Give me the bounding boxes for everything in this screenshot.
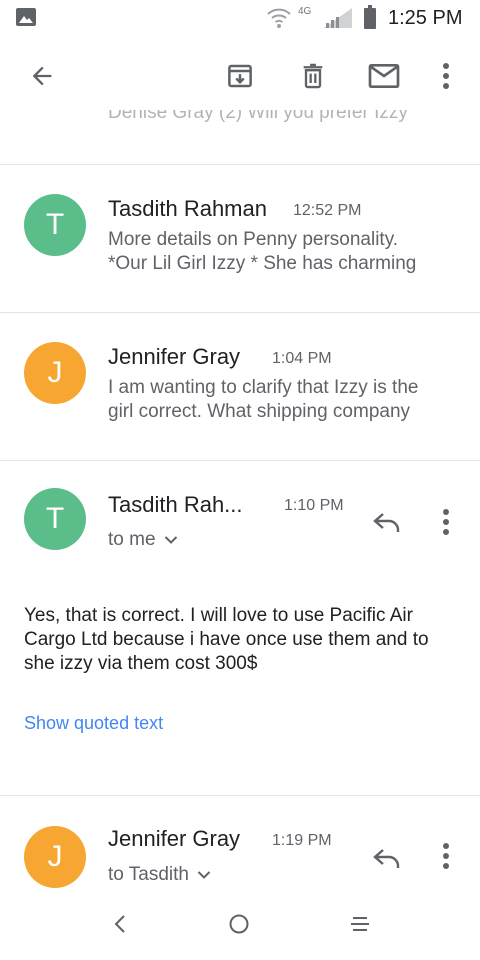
body-line: Cargo Ltd because i have once use them a…	[24, 629, 429, 650]
archive-icon	[228, 64, 252, 88]
snippet-line: More details on Penny personality.	[108, 229, 399, 250]
collapsed-message-peek[interactable]: Denise Gray (2) Will you prefer Izzy	[0, 110, 480, 132]
sender-name: Jennifer Gray	[108, 344, 241, 369]
mail-icon	[368, 64, 400, 88]
network-type-label: 4G	[298, 6, 312, 17]
back-arrow-icon	[32, 66, 52, 86]
app-bar	[0, 44, 480, 112]
home-nav-icon	[229, 914, 249, 934]
recipient-label: to Tasdith	[108, 864, 189, 885]
divider	[0, 795, 480, 796]
message-body: Yes, that is correct. I will love to use…	[24, 604, 464, 676]
recents-nav-icon	[351, 917, 369, 931]
recipient-details-toggle[interactable]: to me	[108, 529, 178, 551]
delete-button[interactable]	[291, 54, 335, 98]
message-time: 12:52 PM	[293, 202, 362, 219]
show-quoted-text-link[interactable]: Show quoted text	[24, 713, 163, 734]
reply-button[interactable]	[364, 838, 408, 878]
avatar[interactable]: J	[24, 826, 86, 888]
body-line: Yes, that is correct. I will love to use…	[24, 605, 413, 626]
signal-icon	[324, 8, 352, 28]
sender-name[interactable]: Tasdith Rah...	[108, 492, 243, 518]
chevron-down-icon	[164, 536, 177, 544]
more-vert-icon	[443, 509, 449, 535]
nav-recents-button[interactable]	[340, 904, 380, 944]
more-vert-icon	[443, 63, 449, 89]
sender-name: Tasdith Rahman	[108, 196, 267, 221]
back-button[interactable]	[20, 54, 64, 98]
clock: 1:25 PM	[388, 7, 463, 29]
delete-icon	[303, 63, 323, 89]
sender-name[interactable]: Jennifer Gray	[108, 826, 240, 852]
more-vert-icon	[443, 843, 449, 869]
nav-back-button[interactable]	[100, 904, 140, 944]
message-more-button[interactable]	[428, 502, 464, 542]
snippet-line: *Our Lil Girl Izzy * She has charming	[108, 253, 417, 274]
divider	[0, 164, 480, 165]
message-time: 1:19 PM	[272, 832, 332, 849]
photo-icon	[16, 8, 36, 26]
snippet-line: girl correct. What shipping company	[108, 401, 411, 422]
message-snippet: More details on Penny personality. *Our …	[108, 228, 416, 276]
chevron-down-icon	[197, 871, 211, 879]
collapsed-peek-text: Denise Gray (2) Will you prefer Izzy	[108, 110, 408, 123]
avatar[interactable]: T	[24, 488, 86, 550]
reply-button[interactable]	[364, 502, 408, 542]
divider	[0, 312, 480, 313]
more-options-button[interactable]	[426, 54, 466, 98]
system-nav-bar	[0, 900, 480, 960]
wifi-icon	[267, 8, 291, 28]
avatar[interactable]: J	[24, 342, 86, 404]
nav-home-button[interactable]	[219, 904, 259, 944]
body-line: she izzy via them cost 300$	[24, 653, 258, 674]
snippet-line: I am wanting to clarify that Izzy is the	[108, 377, 419, 398]
message-time: 1:10 PM	[284, 497, 344, 514]
divider	[0, 460, 480, 461]
message-snippet: I am wanting to clarify that Izzy is the…	[108, 376, 418, 424]
mark-unread-button[interactable]	[362, 54, 406, 98]
reply-icon	[373, 513, 400, 532]
message-more-button[interactable]	[428, 836, 464, 876]
reply-icon	[373, 849, 400, 868]
recipient-label: to me	[108, 529, 156, 550]
message-time: 1:04 PM	[272, 350, 332, 367]
avatar[interactable]: T	[24, 194, 86, 256]
back-nav-icon	[114, 915, 125, 933]
recipient-details-toggle[interactable]: to Tasdith	[108, 864, 211, 886]
battery-icon	[364, 5, 376, 29]
status-bar: 4G 1:25 PM	[0, 0, 480, 36]
archive-button[interactable]	[218, 54, 262, 98]
